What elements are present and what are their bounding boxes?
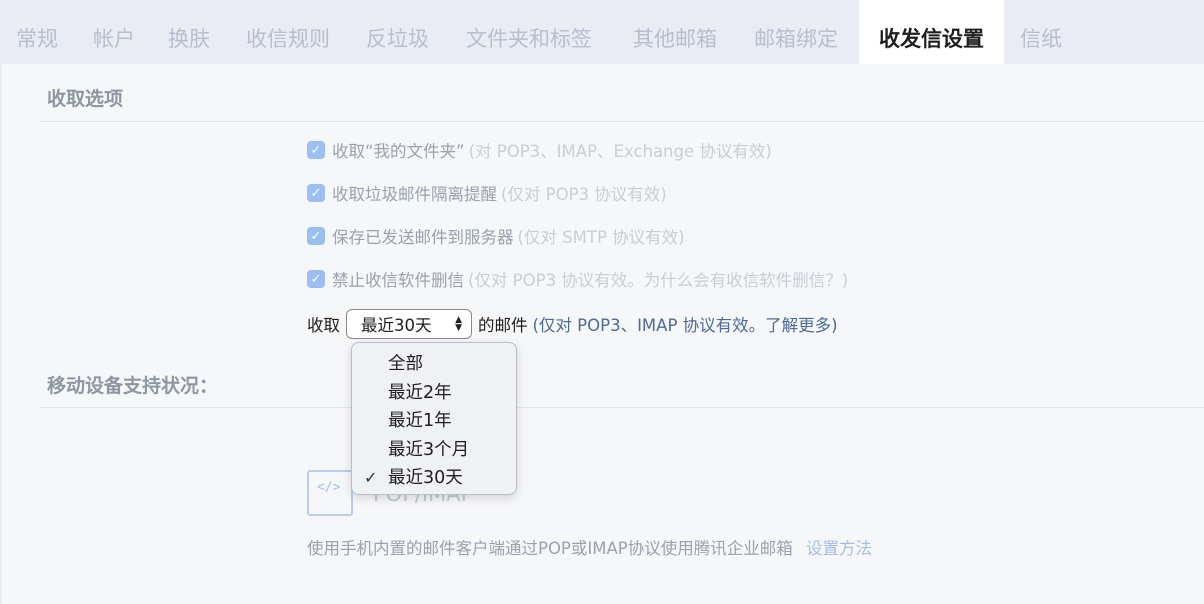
receive-options-title: 收取选项 xyxy=(47,88,124,110)
settings-panel: 收取选项 ✓ 收取“我的文件夹” (对 POP3、IMAP、Exchange 协… xyxy=(2,64,1204,604)
tab-anti-spam[interactable]: 反垃圾 xyxy=(366,0,429,64)
option-label: 收取“我的文件夹” xyxy=(332,142,465,161)
tab-skin[interactable]: 换肤 xyxy=(168,0,210,64)
dropdown-option-3-months[interactable]: 最近3个月 xyxy=(352,436,516,465)
section-divider xyxy=(40,407,1204,408)
dropdown-option-2-years[interactable]: 最近2年 xyxy=(352,379,516,408)
fetch-suffix: 的邮件 xyxy=(478,316,528,335)
imap-description: 使用手机内置的邮件客户端通过POP或IMAP协议使用腾讯企业邮箱 xyxy=(307,539,793,558)
fetch-note-link[interactable]: (仅对 POP3、IMAP 协议有效。了解更多) xyxy=(533,312,838,336)
checkbox-checked-icon[interactable]: ✓ xyxy=(307,184,325,202)
option-label: 禁止收信软件删信 xyxy=(332,271,464,290)
tab-send-receive-settings[interactable]: 收发信设置 xyxy=(859,0,1004,64)
fetch-prefix: 收取 xyxy=(307,316,340,335)
tab-folders-labels[interactable]: 文件夹和标签 xyxy=(466,0,592,64)
dropdown-option-1-year[interactable]: 最近1年 xyxy=(352,407,516,436)
dropdown-option-30-days[interactable]: ✓ 最近30天 xyxy=(352,464,516,493)
checkbox-checked-icon[interactable]: ✓ xyxy=(307,270,325,288)
option-prevent-client-delete[interactable]: ✓ 禁止收信软件删信 (仅对 POP3 协议有效。为什么会有收信软件删信？) xyxy=(307,268,848,290)
tab-other-mailboxes[interactable]: 其他邮箱 xyxy=(633,0,717,64)
option-label: 保存已发送邮件到服务器 xyxy=(332,228,514,247)
option-note: (仅对 SMTP 协议有效) xyxy=(517,228,685,247)
option-note: (仅对 POP3 协议有效。为什么会有收信软件删信？) xyxy=(468,271,849,290)
tab-general[interactable]: 常规 xyxy=(16,0,58,64)
tab-receive-rules[interactable]: 收信规则 xyxy=(246,0,330,64)
fetch-range-row: 收取 最近30天 ▲ ▼ 的邮件 (仅对 POP3、IMAP 协议有效。了解更多) xyxy=(307,309,838,339)
mobile-support-title: 移动设备支持状况： xyxy=(47,375,219,397)
option-note: (对 POP3、IMAP、Exchange 协议有效) xyxy=(468,142,772,161)
checkbox-checked-icon[interactable]: ✓ xyxy=(307,141,325,159)
setup-method-link[interactable]: 设置方法 xyxy=(806,539,872,558)
settings-tab-bar: 常规 帐户 换肤 收信规则 反垃圾 文件夹和标签 其他邮箱 邮箱绑定 收发信设置… xyxy=(0,0,1204,64)
fetch-range-dropdown: 全部 最近2年 最近1年 最近3个月 ✓ 最近30天 xyxy=(351,342,517,495)
checkmark-icon: ✓ xyxy=(364,468,378,487)
section-divider xyxy=(40,121,1204,122)
option-label: 收取垃圾邮件隔离提醒 xyxy=(332,185,497,204)
fetch-range-select[interactable]: 最近30天 ▲ ▼ xyxy=(346,309,472,339)
code-icon: </> xyxy=(307,470,353,516)
option-save-sent-to-server[interactable]: ✓ 保存已发送邮件到服务器 (仅对 SMTP 协议有效) xyxy=(307,225,685,247)
imap-description-row: 使用手机内置的邮件客户端通过POP或IMAP协议使用腾讯企业邮箱 设置方法 xyxy=(307,535,872,559)
option-note: (仅对 POP3 协议有效) xyxy=(501,185,667,204)
select-arrows-icon: ▲ ▼ xyxy=(455,315,462,333)
option-fetch-spam-quarantine[interactable]: ✓ 收取垃圾邮件隔离提醒 (仅对 POP3 协议有效) xyxy=(307,182,667,204)
tab-mailbox-binding[interactable]: 邮箱绑定 xyxy=(754,0,838,64)
dropdown-option-all[interactable]: 全部 xyxy=(352,350,516,379)
option-fetch-my-folders[interactable]: ✓ 收取“我的文件夹” (对 POP3、IMAP、Exchange 协议有效) xyxy=(307,139,772,161)
tab-stationery[interactable]: 信纸 xyxy=(1020,0,1062,64)
fetch-range-value: 最近30天 xyxy=(361,316,432,335)
checkbox-checked-icon[interactable]: ✓ xyxy=(307,227,325,245)
tab-account[interactable]: 帐户 xyxy=(93,0,135,64)
